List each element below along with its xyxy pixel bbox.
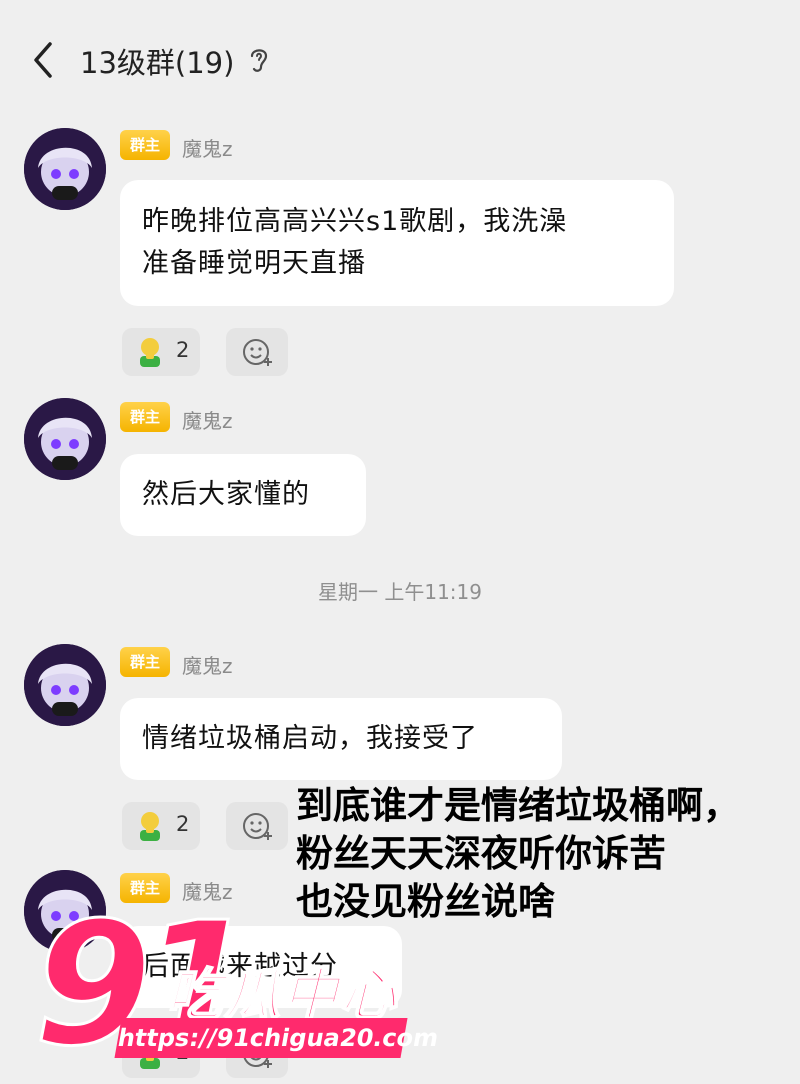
reaction-chip[interactable]: 2: [122, 328, 200, 376]
message-line: 情绪垃圾桶启动，我接受了: [142, 723, 478, 754]
add-reaction-button[interactable]: [226, 802, 288, 850]
thumbs-up-emoji-icon: [140, 338, 160, 367]
thumbs-up-emoji-icon: [140, 812, 160, 841]
watermark-url: https://91chigua20.com: [114, 1018, 441, 1058]
caption-line: 粉丝天天深夜听你诉苦: [296, 832, 666, 875]
caption-line: 也没见粉丝说啥: [296, 880, 555, 923]
add-reaction-button[interactable]: [226, 328, 288, 376]
add-emoji-icon: [243, 813, 272, 840]
sender-name[interactable]: 魔鬼z: [182, 133, 233, 162]
caption-line: 到底谁才是情绪垃圾桶啊，: [296, 784, 740, 827]
message-bubble[interactable]: 然后大家懂的: [120, 454, 366, 536]
avatar-image: [24, 398, 106, 480]
avatar-image: [24, 128, 106, 210]
back-button[interactable]: [26, 36, 66, 84]
ear-icon[interactable]: [246, 44, 272, 74]
avatar[interactable]: [24, 398, 106, 480]
message-line: 昨晚排位高高兴兴s1歌剧，我洗澡: [142, 206, 568, 237]
avatar-image: [24, 644, 106, 726]
owner-badge: 群主: [120, 402, 170, 432]
chevron-left-icon: [34, 42, 52, 78]
reaction-chip[interactable]: 2: [122, 802, 200, 850]
message-line: 然后大家懂的: [142, 479, 310, 510]
add-emoji-icon: [243, 339, 272, 366]
avatar[interactable]: [24, 128, 106, 210]
owner-badge: 群主: [120, 647, 170, 677]
overlay-caption: 到底谁才是情绪垃圾桶啊， 粉丝天天深夜听你诉苦 也没见粉丝说啥: [296, 782, 740, 926]
owner-badge: 群主: [120, 130, 170, 160]
sender-name[interactable]: 魔鬼z: [182, 650, 233, 679]
sender-name[interactable]: 魔鬼z: [182, 405, 233, 434]
chat-header: 13级群(19): [0, 0, 800, 120]
reaction-count: 2: [176, 338, 190, 362]
reaction-count: 2: [176, 812, 190, 836]
avatar[interactable]: [24, 644, 106, 726]
message-bubble[interactable]: 昨晚排位高高兴兴s1歌剧，我洗澡 准备睡觉明天直播: [120, 180, 674, 306]
message-bubble[interactable]: 情绪垃圾桶启动，我接受了: [120, 698, 562, 780]
group-title: 13级群(19): [80, 46, 235, 80]
message-line: 准备睡觉明天直播: [142, 248, 366, 279]
timestamp: 星期一 上午11:19: [318, 580, 482, 604]
